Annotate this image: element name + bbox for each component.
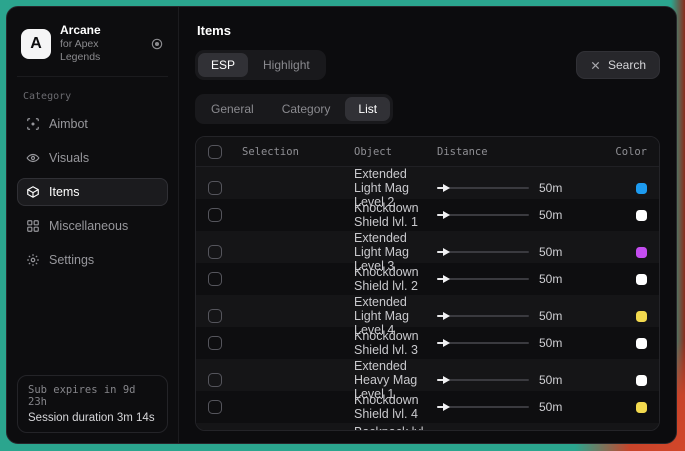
table-row: Extended Light Mag Level 4 50m (196, 295, 659, 327)
app-window: A Arcane for Apex Legends Category (6, 6, 677, 444)
table-row: Extended Light Mag Level 3 50m (196, 231, 659, 263)
table-row: Extended Light Mag Level 2 50m (196, 167, 659, 199)
sidebar-item-label: Miscellaneous (49, 219, 128, 233)
row-checkbox[interactable] (208, 336, 222, 350)
object-name: Knockdown Shield lvl. 1 (354, 201, 437, 229)
row-checkbox[interactable] (208, 373, 222, 387)
eye-icon (26, 151, 40, 165)
sidebar-item-items[interactable]: Items (17, 178, 168, 206)
distance-value: 50m (539, 309, 562, 323)
view-tabs-wrap: General Category List (195, 94, 660, 124)
distance-slider[interactable] (437, 273, 529, 285)
table-row: Knockdown Shield lvl. 4 50m (196, 391, 659, 423)
sidebar-item-label: Items (49, 185, 80, 199)
distance-value: 50m (539, 208, 562, 222)
distance-slider[interactable] (437, 182, 529, 194)
table-row: Extended Heavy Mag Level 1 50m (196, 359, 659, 391)
tab-category[interactable]: Category (269, 97, 344, 121)
table-header-row: Selection Object Distance Color (196, 137, 659, 167)
sidebar: A Arcane for Apex Legends Category (7, 7, 179, 443)
toolbar: ESP Highlight Search (195, 50, 660, 80)
object-name: Backpack lvl. 1 (354, 425, 437, 431)
search-icon (590, 60, 601, 71)
target-icon[interactable] (150, 37, 164, 51)
app-title: Arcane (60, 23, 141, 38)
sidebar-nav: Aimbot Visuals Items (17, 110, 168, 274)
page-title: Items (197, 23, 660, 38)
object-name: Knockdown Shield lvl. 3 (354, 329, 437, 357)
object-name: Knockdown Shield lvl. 2 (354, 265, 437, 293)
header-object: Object (354, 146, 437, 158)
color-swatch[interactable] (636, 274, 647, 285)
search-button-label: Search (608, 58, 646, 72)
package-icon (26, 185, 40, 199)
distance-value: 50m (539, 373, 562, 387)
header-selection: Selection (242, 146, 354, 158)
tab-general[interactable]: General (198, 97, 267, 121)
row-checkbox[interactable] (208, 309, 222, 323)
brand-header: A Arcane for Apex Legends (17, 17, 168, 77)
distance-slider[interactable] (437, 337, 529, 349)
distance-slider[interactable] (437, 209, 529, 221)
table-row: Knockdown Shield lvl. 2 50m (196, 263, 659, 295)
distance-value: 50m (539, 400, 562, 414)
sidebar-item-visuals[interactable]: Visuals (17, 144, 168, 172)
sidebar-item-label: Settings (49, 253, 94, 267)
color-swatch[interactable] (636, 311, 647, 322)
distance-slider[interactable] (437, 246, 529, 258)
table-row: Backpack lvl. 1 50m (196, 423, 659, 431)
sidebar-item-settings[interactable]: Settings (17, 246, 168, 274)
color-swatch[interactable] (636, 338, 647, 349)
distance-slider[interactable] (437, 374, 529, 386)
color-swatch[interactable] (636, 183, 647, 194)
header-distance: Distance (437, 146, 595, 158)
color-swatch[interactable] (636, 375, 647, 386)
color-swatch[interactable] (636, 402, 647, 413)
distance-value: 50m (539, 181, 562, 195)
row-checkbox[interactable] (208, 181, 222, 195)
tab-highlight[interactable]: Highlight (250, 53, 323, 77)
tab-esp[interactable]: ESP (198, 53, 248, 77)
distance-slider[interactable] (437, 401, 529, 413)
row-checkbox[interactable] (208, 272, 222, 286)
row-checkbox[interactable] (208, 400, 222, 414)
tab-list[interactable]: List (345, 97, 390, 121)
distance-value: 50m (539, 272, 562, 286)
main-content: Items ESP Highlight Search General Categ… (179, 7, 676, 443)
sidebar-item-aimbot[interactable]: Aimbot (17, 110, 168, 138)
sidebar-item-label: Aimbot (49, 117, 88, 131)
grid-icon (26, 219, 40, 233)
row-checkbox[interactable] (208, 245, 222, 259)
gear-icon (26, 253, 40, 267)
mode-tabs: ESP Highlight (195, 50, 326, 80)
sidebar-item-label: Visuals (49, 151, 89, 165)
distance-value: 50m (539, 336, 562, 350)
header-color: Color (595, 146, 647, 158)
table-row: Knockdown Shield lvl. 1 50m (196, 199, 659, 231)
color-swatch[interactable] (636, 210, 647, 221)
crosshair-icon (26, 117, 40, 131)
distance-slider[interactable] (437, 310, 529, 322)
app-subtitle: for Apex Legends (60, 38, 141, 64)
category-section-label: Category (23, 91, 162, 102)
items-table: Selection Object Distance Color Extended… (195, 136, 660, 431)
app-logo: A (21, 29, 51, 59)
sidebar-item-miscellaneous[interactable]: Miscellaneous (17, 212, 168, 240)
row-checkbox[interactable] (208, 208, 222, 222)
session-duration-text: Session duration 3m 14s (28, 412, 157, 424)
subscription-info-box: Sub expires in 9d 23h Session duration 3… (17, 375, 168, 433)
object-name: Knockdown Shield lvl. 4 (354, 393, 437, 421)
table-row: Knockdown Shield lvl. 3 50m (196, 327, 659, 359)
search-button[interactable]: Search (576, 51, 660, 79)
select-all-checkbox[interactable] (208, 145, 222, 159)
distance-value: 50m (539, 245, 562, 259)
color-swatch[interactable] (636, 247, 647, 258)
sub-expiry-text: Sub expires in 9d 23h (28, 384, 157, 408)
view-tabs: General Category List (195, 94, 393, 124)
